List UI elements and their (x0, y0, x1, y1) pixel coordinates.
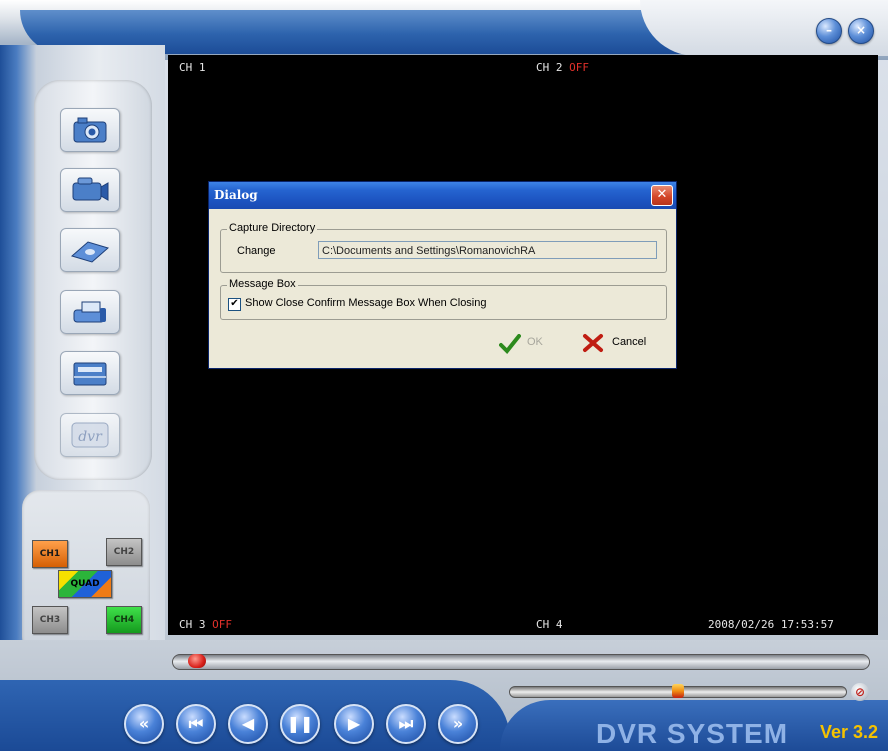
ch3-button[interactable]: CH3 (32, 606, 68, 634)
dvr-button[interactable]: dvr (60, 413, 120, 457)
brand-name: DVR SYSTEM (596, 718, 789, 749)
seek-knob[interactable] (188, 654, 206, 668)
close-confirm-checkbox[interactable]: ✔ (228, 298, 241, 311)
volume-knob[interactable] (672, 684, 684, 698)
rewind-icon[interactable]: « (124, 704, 164, 744)
fast-forward-icon[interactable]: » (438, 704, 478, 744)
ch2-status: OFF (569, 61, 589, 74)
ch3-label: CH 3 OFF (179, 618, 232, 631)
dialog-title-bar: Dialog ✕ (209, 182, 676, 209)
mute-icon[interactable]: ⊘ (851, 683, 869, 701)
seek-bar[interactable] (172, 654, 870, 670)
version-label: Ver 3.2 (820, 722, 879, 742)
timestamp: 2008/02/26 17:53:57 (708, 618, 834, 631)
capture-directory-legend: Capture Directory (227, 222, 318, 234)
cancel-x-icon[interactable] (582, 333, 604, 353)
step-forward-icon[interactable]: ⏭ (386, 704, 426, 744)
snapshot-button[interactable] (60, 108, 120, 152)
folder-button[interactable] (60, 351, 120, 395)
play-reverse-icon[interactable]: ◀ (228, 704, 268, 744)
ch4-button[interactable]: CH4 (106, 606, 142, 634)
print-button[interactable] (60, 290, 120, 334)
close-confirm-label: Show Close Confirm Message Box When Clos… (245, 297, 487, 309)
dvr-icon: dvr (71, 422, 109, 448)
skip-back-icon[interactable]: ⏮ (176, 704, 216, 744)
ch1-label: CH 1 (179, 61, 206, 74)
printer-icon (73, 301, 106, 323)
ch1-button[interactable]: CH1 (32, 540, 68, 568)
ch3-status: OFF (212, 618, 232, 631)
ok-button[interactable]: OK (527, 336, 543, 348)
message-box-legend: Message Box (227, 278, 298, 290)
change-label: Change (237, 245, 276, 257)
play-icon[interactable]: ▶ (334, 704, 374, 744)
dialog-title: Dialog (214, 188, 258, 202)
ch2-label: CH 2 OFF (536, 61, 589, 74)
ch4-label: CH 4 (536, 618, 563, 631)
save-button[interactable] (60, 228, 120, 272)
dialog-close-icon[interactable]: ✕ (651, 185, 673, 206)
pause-icon[interactable]: ❚❚ (280, 704, 320, 744)
svg-text:dvr: dvr (78, 429, 103, 445)
capture-path-field[interactable]: C:\Documents and Settings\RomanovichRA (318, 241, 657, 259)
settings-dialog: Dialog ✕ Capture Directory Change C:\Doc… (208, 181, 677, 369)
record-button[interactable] (60, 168, 120, 212)
checkmark-icon[interactable] (499, 334, 521, 354)
video-camera-icon (72, 177, 109, 201)
cancel-button[interactable]: Cancel (612, 336, 646, 348)
minimize-icon[interactable]: – (816, 18, 842, 44)
ch2-button[interactable]: CH2 (106, 538, 142, 566)
disk-icon (70, 241, 110, 263)
folder-icon (73, 362, 107, 386)
close-icon[interactable]: × (848, 18, 874, 44)
camera-icon (73, 117, 107, 143)
quad-button[interactable]: QUAD (58, 570, 112, 598)
